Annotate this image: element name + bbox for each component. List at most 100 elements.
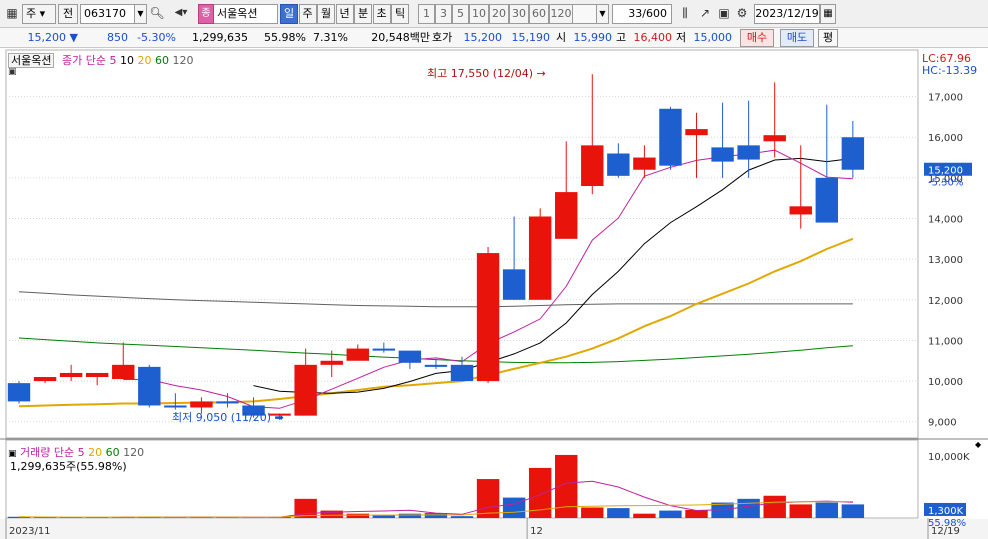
interval-button-10[interactable]: 10 — [469, 4, 489, 24]
period-button-0[interactable]: 일 — [280, 4, 298, 24]
low-annotation: 최저 9,050 (11/20) ➡ — [172, 411, 284, 424]
volume-bar — [737, 498, 760, 518]
legend-ma-120: 120 — [168, 54, 194, 67]
volume: 1,299,635 — [192, 31, 248, 44]
candle-body — [190, 401, 213, 408]
interval-button-3[interactable]: 3 — [435, 4, 452, 24]
volume-bar — [633, 513, 656, 518]
candle-body — [216, 401, 239, 404]
volume-bar — [841, 504, 865, 518]
trade-amount: 20,548백만 — [371, 31, 430, 44]
count-value: 33 — [628, 7, 643, 20]
volume-bar — [763, 495, 786, 518]
market-type-select[interactable]: 주 ▾ — [22, 4, 56, 24]
turnover: 7.31% — [313, 31, 348, 44]
interval-button-60[interactable]: 60 — [529, 4, 549, 24]
stock-code-value: 063170 — [84, 7, 126, 20]
candle-body — [450, 364, 474, 382]
current-volume-label: 1,300K — [928, 506, 964, 517]
hoga-bid: 15,190 — [511, 31, 551, 44]
candle-body — [112, 364, 135, 380]
y-tick-label: 14,000 — [928, 215, 963, 226]
candle-body — [164, 405, 187, 408]
candle-body — [581, 145, 604, 186]
period-button-2[interactable]: 월 — [317, 4, 335, 24]
period-button-3[interactable]: 년 — [335, 4, 354, 24]
candle-body — [502, 269, 526, 300]
panel-arrow-icon[interactable]: ◆ — [975, 440, 981, 449]
x-axis-band — [0, 519, 988, 539]
interval-button-1[interactable]: 1 — [418, 4, 435, 24]
prev-button[interactable]: 전 — [58, 4, 78, 24]
volume-bar — [450, 516, 474, 518]
y-tick-label: 9,000 — [928, 418, 957, 429]
volume-bar — [685, 509, 708, 518]
y-tick-label: 12,000 — [928, 296, 963, 307]
legend-expand-icon[interactable]: ▣ — [8, 66, 17, 78]
sell-button[interactable]: 매도 — [780, 29, 814, 47]
low-label: 저 — [676, 31, 687, 44]
y-tick-label: 13,000 — [928, 255, 963, 266]
volume-value: 1,299,635주(55.98%) — [10, 460, 127, 473]
y-tick-label: 16,000 — [928, 133, 963, 144]
x-tick-label: 2023/11 — [9, 526, 51, 537]
interval-button-5[interactable]: 5 — [452, 4, 469, 24]
high-annotation: 최고 17,550 (12/04) → — [427, 67, 546, 80]
candle-body — [737, 145, 760, 160]
candle-body — [320, 360, 343, 365]
save-icon[interactable]: ▣ — [716, 4, 732, 24]
volume-bar — [476, 479, 500, 518]
count-field[interactable]: 33/600 — [612, 4, 672, 24]
stock-name-field[interactable]: 서울옥션 — [214, 4, 278, 24]
price-legend: 서울옥션 종가 단순 5 10 20 60 120 — [8, 52, 193, 68]
y-tick-label: 17,000 — [928, 93, 963, 104]
volume-bar — [789, 504, 812, 518]
calendar-icon[interactable]: ▦ — [820, 4, 836, 24]
down-arrow-icon: ▼ — [69, 31, 78, 44]
interval-button-30[interactable]: 30 — [509, 4, 529, 24]
chart-area[interactable]: 9,000 10,000 11,000 12,000 13,000 14,000 15,00… — [0, 48, 988, 539]
legend-ma-60: 60 — [151, 54, 169, 67]
candle-type-icon[interactable]: ⫼ — [676, 4, 694, 24]
candle-body — [633, 157, 656, 170]
price-change: 850 — [107, 31, 128, 44]
legend-ma-20: 20 — [133, 54, 152, 67]
candle-body — [85, 372, 109, 378]
period-button-4[interactable]: 분 — [354, 4, 372, 24]
candle-body — [476, 253, 500, 382]
speaker-icon[interactable]: ◀▾ — [168, 4, 194, 24]
code-dropdown-icon[interactable]: ▼ — [134, 4, 147, 24]
candlestick-chart[interactable]: 9,00010,00011,00012,00013,00014,00015,00… — [0, 48, 988, 539]
grid-icon[interactable]: ▦ — [3, 4, 21, 24]
name-badge: 종 — [198, 4, 214, 24]
candle-body — [138, 366, 161, 406]
volume-max-label: 10,000K — [928, 452, 970, 463]
interval-dropdown-icon[interactable]: ▼ — [596, 4, 609, 24]
legend-ma-label: 종가 단순 — [61, 54, 106, 67]
candle-body — [346, 348, 369, 361]
candle-body — [763, 135, 786, 142]
candle-body — [555, 192, 578, 239]
volume-ratio: 55.98% — [264, 31, 306, 44]
interval-button-120[interactable]: 120 — [549, 4, 573, 24]
interval-button-20[interactable]: 20 — [489, 4, 509, 24]
settings-icon[interactable]: ⚙ — [734, 4, 750, 24]
x-tick-label: 12 — [530, 526, 543, 537]
period-button-1[interactable]: 주 — [298, 4, 317, 24]
period-button-6[interactable]: 틱 — [391, 4, 409, 24]
hc-value: HC:-13.39 — [922, 64, 978, 77]
candle-body — [607, 153, 630, 176]
current-price-label: 15,200 — [928, 166, 963, 177]
candle-body — [815, 177, 839, 223]
toolbar: ▦ 주 ▾ 전 063170 ▼ 🔍︎ ◀▾ 종 서울옥션 일주월년분초틱 13… — [0, 0, 988, 28]
buy-button[interactable]: 매수 — [740, 29, 774, 47]
indicator-icon[interactable]: ↗ — [696, 4, 714, 24]
date-field[interactable]: 2023/12/19 — [754, 4, 820, 24]
price-change-pct: -5.30% — [137, 31, 176, 44]
volume-bar — [815, 502, 839, 518]
evaluation-button[interactable]: 평 — [818, 29, 838, 47]
period-button-5[interactable]: 초 — [372, 4, 391, 24]
magnifier-icon[interactable]: 🔍︎ — [148, 4, 166, 24]
candle-body — [789, 206, 812, 215]
candle-body — [685, 129, 708, 136]
